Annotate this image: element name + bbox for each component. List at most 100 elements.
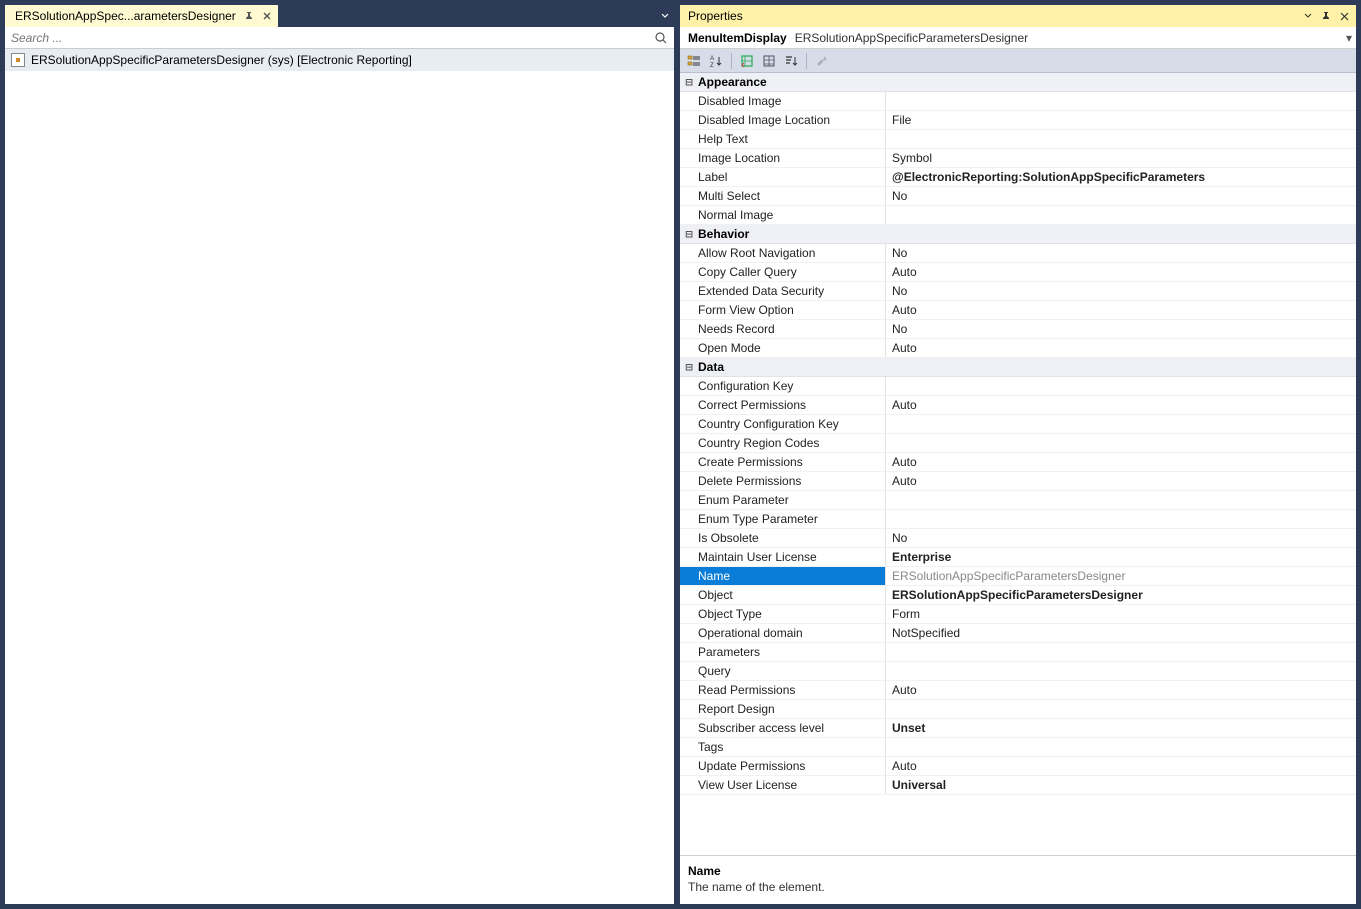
property-name: Read Permissions xyxy=(680,681,886,699)
close-icon[interactable] xyxy=(262,11,272,21)
property-value[interactable] xyxy=(886,206,1356,224)
property-row[interactable]: NameERSolutionAppSpecificParametersDesig… xyxy=(680,567,1356,586)
property-value[interactable]: @ElectronicReporting:SolutionAppSpecific… xyxy=(886,168,1356,186)
property-row[interactable]: Configuration Key xyxy=(680,377,1356,396)
property-row[interactable]: Label@ElectronicReporting:SolutionAppSpe… xyxy=(680,168,1356,187)
property-row[interactable]: Correct PermissionsAuto xyxy=(680,396,1356,415)
pin-icon[interactable] xyxy=(244,11,254,21)
property-value[interactable]: No xyxy=(886,187,1356,205)
object-name-label: ERSolutionAppSpecificParametersDesigner xyxy=(793,31,1342,45)
property-value[interactable] xyxy=(886,130,1356,148)
sort-button[interactable] xyxy=(781,51,801,71)
property-row[interactable]: Query xyxy=(680,662,1356,681)
property-value[interactable] xyxy=(886,700,1356,718)
wrench-icon[interactable] xyxy=(812,51,832,71)
property-row[interactable]: Create PermissionsAuto xyxy=(680,453,1356,472)
property-value[interactable]: NotSpecified xyxy=(886,624,1356,642)
property-row[interactable]: Delete PermissionsAuto xyxy=(680,472,1356,491)
property-row[interactable]: Normal Image xyxy=(680,206,1356,225)
collapse-icon[interactable]: ⊟ xyxy=(680,360,698,374)
property-value[interactable]: Auto xyxy=(886,396,1356,414)
property-row[interactable]: Parameters xyxy=(680,643,1356,662)
property-value[interactable]: No xyxy=(886,282,1356,300)
search-icon[interactable] xyxy=(652,31,670,45)
property-row[interactable]: Disabled Image LocationFile xyxy=(680,111,1356,130)
property-row[interactable]: ObjectERSolutionAppSpecificParametersDes… xyxy=(680,586,1356,605)
property-value[interactable] xyxy=(886,415,1356,433)
property-value[interactable] xyxy=(886,434,1356,452)
property-value[interactable] xyxy=(886,662,1356,680)
category-header[interactable]: ⊟Appearance xyxy=(680,73,1356,92)
chevron-down-icon[interactable]: ▾ xyxy=(1342,31,1356,45)
property-row[interactable]: Copy Caller QueryAuto xyxy=(680,263,1356,282)
property-row[interactable]: Form View OptionAuto xyxy=(680,301,1356,320)
property-value[interactable]: Auto xyxy=(886,263,1356,281)
window-dropdown-icon[interactable] xyxy=(1300,8,1316,24)
property-value[interactable]: Form xyxy=(886,605,1356,623)
alphabetical-button[interactable]: A Z xyxy=(706,51,726,71)
property-value[interactable]: No xyxy=(886,320,1356,338)
property-value[interactable] xyxy=(886,491,1356,509)
property-value[interactable] xyxy=(886,92,1356,110)
property-row[interactable]: Enum Parameter xyxy=(680,491,1356,510)
property-grid[interactable]: ⊟AppearanceDisabled ImageDisabled Image … xyxy=(680,73,1356,855)
document-tab[interactable]: ERSolutionAppSpec...arametersDesigner xyxy=(5,5,278,27)
tab-overflow-dropdown[interactable] xyxy=(656,5,674,27)
property-value[interactable]: ERSolutionAppSpecificParametersDesigner xyxy=(886,567,1356,585)
property-value[interactable] xyxy=(886,738,1356,756)
property-row[interactable]: Help Text xyxy=(680,130,1356,149)
property-value[interactable]: Unset xyxy=(886,719,1356,737)
property-name: Allow Root Navigation xyxy=(680,244,886,262)
property-row[interactable]: Operational domainNotSpecified xyxy=(680,624,1356,643)
grid-view-button[interactable] xyxy=(759,51,779,71)
property-row[interactable]: Image LocationSymbol xyxy=(680,149,1356,168)
object-selector[interactable]: MenuItemDisplay ERSolutionAppSpecificPar… xyxy=(680,27,1356,49)
property-value[interactable]: Auto xyxy=(886,453,1356,471)
property-value[interactable]: No xyxy=(886,244,1356,262)
property-value[interactable] xyxy=(886,643,1356,661)
property-value[interactable]: Symbol xyxy=(886,149,1356,167)
property-row[interactable]: Country Configuration Key xyxy=(680,415,1356,434)
property-row[interactable]: Needs RecordNo xyxy=(680,320,1356,339)
categorize-button[interactable] xyxy=(684,51,704,71)
property-value[interactable]: ERSolutionAppSpecificParametersDesigner xyxy=(886,586,1356,604)
property-row[interactable]: Extended Data SecurityNo xyxy=(680,282,1356,301)
property-value[interactable] xyxy=(886,510,1356,528)
property-value[interactable]: Auto xyxy=(886,472,1356,490)
property-row[interactable]: Country Region Codes xyxy=(680,434,1356,453)
property-row[interactable]: Multi SelectNo xyxy=(680,187,1356,206)
property-row[interactable]: Report Design xyxy=(680,700,1356,719)
category-header[interactable]: ⊟Data xyxy=(680,358,1356,377)
property-row[interactable]: View User LicenseUniversal xyxy=(680,776,1356,795)
property-row[interactable]: Read PermissionsAuto xyxy=(680,681,1356,700)
autohide-pin-icon[interactable] xyxy=(1318,8,1334,24)
property-value[interactable]: Auto xyxy=(886,301,1356,319)
tree-root-item[interactable]: ERSolutionAppSpecificParametersDesigner … xyxy=(5,49,674,71)
property-row[interactable]: Tags xyxy=(680,738,1356,757)
collapse-icon[interactable]: ⊟ xyxy=(680,75,698,89)
property-row[interactable]: Is ObsoleteNo xyxy=(680,529,1356,548)
property-value[interactable]: Universal xyxy=(886,776,1356,794)
property-row[interactable]: Enum Type Parameter xyxy=(680,510,1356,529)
property-row[interactable]: Maintain User LicenseEnterprise xyxy=(680,548,1356,567)
property-value[interactable]: Auto xyxy=(886,339,1356,357)
properties-title: Properties xyxy=(688,9,1298,23)
property-value[interactable]: Auto xyxy=(886,757,1356,775)
property-row[interactable]: Disabled Image xyxy=(680,92,1356,111)
category-header[interactable]: ⊟Behavior xyxy=(680,225,1356,244)
property-row[interactable]: Object TypeForm xyxy=(680,605,1356,624)
property-row[interactable]: Open ModeAuto xyxy=(680,339,1356,358)
search-input[interactable] xyxy=(11,31,652,45)
property-row[interactable]: Subscriber access levelUnset xyxy=(680,719,1356,738)
property-name: Is Obsolete xyxy=(680,529,886,547)
property-value[interactable]: Enterprise xyxy=(886,548,1356,566)
close-icon[interactable] xyxy=(1336,8,1352,24)
property-value[interactable]: No xyxy=(886,529,1356,547)
property-value[interactable] xyxy=(886,377,1356,395)
property-value[interactable]: File xyxy=(886,111,1356,129)
property-row[interactable]: Allow Root NavigationNo xyxy=(680,244,1356,263)
changed-props-button[interactable] xyxy=(737,51,757,71)
collapse-icon[interactable]: ⊟ xyxy=(680,227,698,241)
property-value[interactable]: Auto xyxy=(886,681,1356,699)
property-row[interactable]: Update PermissionsAuto xyxy=(680,757,1356,776)
